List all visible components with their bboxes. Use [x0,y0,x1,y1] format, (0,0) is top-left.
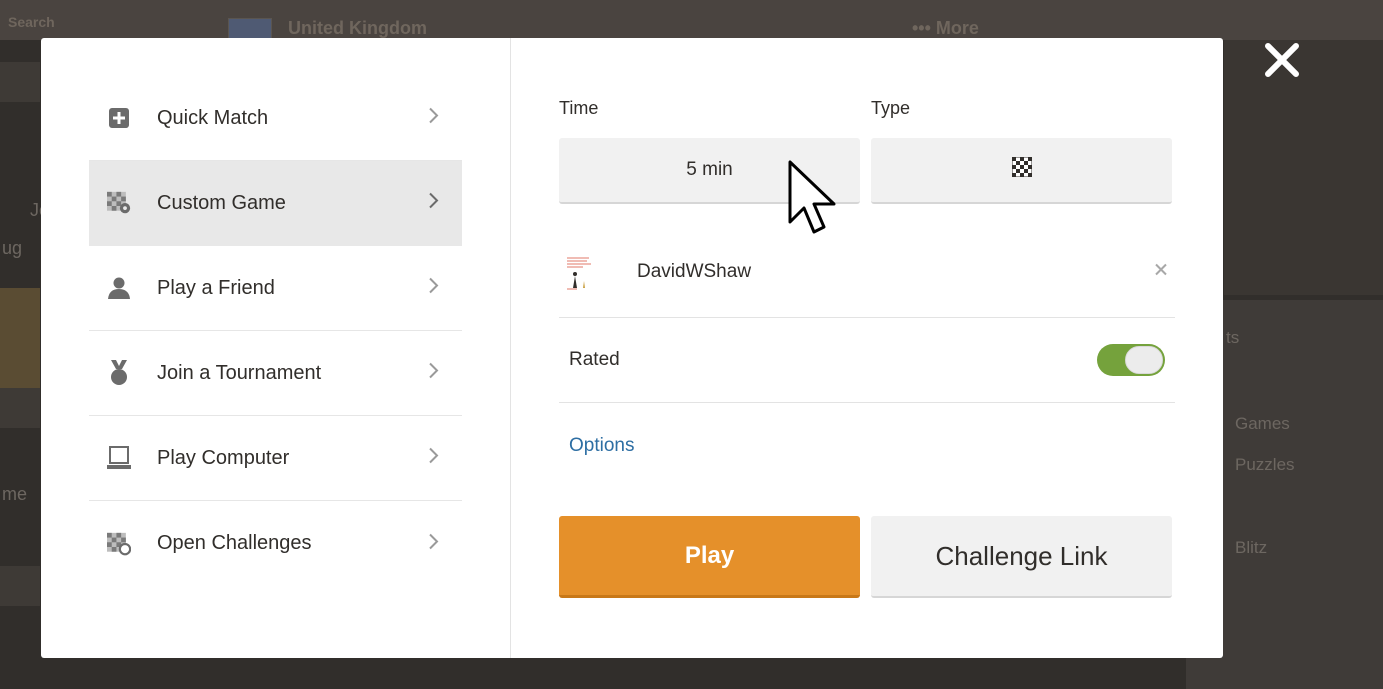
bg-left-fragment: me [2,484,28,504]
menu-item-play-a-friend[interactable]: Play a Friend [89,246,462,331]
bg-left-fragment: ug [2,238,23,258]
bg-right-top-panel [1224,40,1383,295]
remove-opponent-button[interactable] [1153,261,1169,282]
chevron-right-icon [428,362,440,385]
settings-labels: Time Type [559,98,1175,122]
opponent-name: DavidWShaw [637,260,752,282]
play-button[interactable]: Play [559,516,860,598]
nav-search-text: Search [8,14,55,30]
game-type-select[interactable] [871,138,1172,204]
laptop-icon [107,446,131,470]
close-modal-button[interactable] [1262,40,1302,80]
chevron-right-icon [428,107,440,130]
menu-item-open-challenges[interactable]: Open Challenges [89,501,462,586]
menu-item-label: Play Computer [157,446,290,469]
bg-right-puzzles: Puzzles [1235,455,1295,474]
action-buttons: Play Challenge Link [559,516,1172,598]
menu-item-quick-match[interactable]: Quick Match [89,76,462,161]
bg-right-blitz: Blitz [1235,538,1268,557]
bg-band [0,566,40,606]
game-settings-selectors: 5 min [559,138,1175,204]
challenge-link-button[interactable]: Challenge Link [871,516,1172,598]
person-icon [107,276,131,300]
menu-item-label: Custom Game [157,191,286,214]
menu-item-custom-game[interactable]: Custom Game [89,161,462,246]
time-label: Time [559,98,599,118]
close-icon [1265,43,1299,77]
plus-square-icon [107,106,131,130]
bg-right-games: Games [1235,414,1290,433]
checkerboard-icon [1011,156,1032,183]
rated-row: Rated [559,318,1175,403]
nav-more-label: ••• More [912,18,979,38]
menu-item-label: Quick Match [157,106,269,129]
game-mode-menu: Quick Match Custom Game Play a Friend Jo… [41,38,511,658]
top-nav-bar [0,0,1383,40]
menu-item-label: Open Challenges [157,532,312,554]
opponent-row: DavidWShaw [559,226,1175,318]
close-icon [1155,263,1167,275]
menu-item-join-tournament[interactable]: Join a Tournament [89,331,462,416]
toggle-knob [1125,346,1163,374]
board-gear-icon [107,191,131,215]
rated-toggle[interactable] [1097,344,1165,376]
chevron-right-icon [428,447,440,470]
type-label: Type [871,98,911,118]
bg-band [0,388,40,428]
board-circle-icon [107,532,131,556]
bg-right-heading: ts [1226,328,1240,347]
menu-item-play-computer[interactable]: Play Computer [89,416,462,501]
chevron-right-icon [428,532,440,555]
bg-band [0,288,40,388]
bg-band [0,62,40,102]
menu-item-label: Join a Tournament [157,361,322,384]
chevron-right-icon [428,277,440,300]
custom-game-panel: Time Type 5 min DavidWShaw Rated Options… [511,38,1223,658]
rated-label: Rated [569,349,620,370]
new-game-modal: Quick Match Custom Game Play a Friend Jo… [41,38,1223,658]
chevron-right-icon [428,192,440,215]
nav-country-label: United Kingdom [288,18,427,38]
time-control-select[interactable]: 5 min [559,138,860,204]
avatar [563,251,603,292]
options-link[interactable]: Options [559,435,634,457]
medal-icon [107,360,131,385]
menu-item-label: Play a Friend [157,276,275,299]
